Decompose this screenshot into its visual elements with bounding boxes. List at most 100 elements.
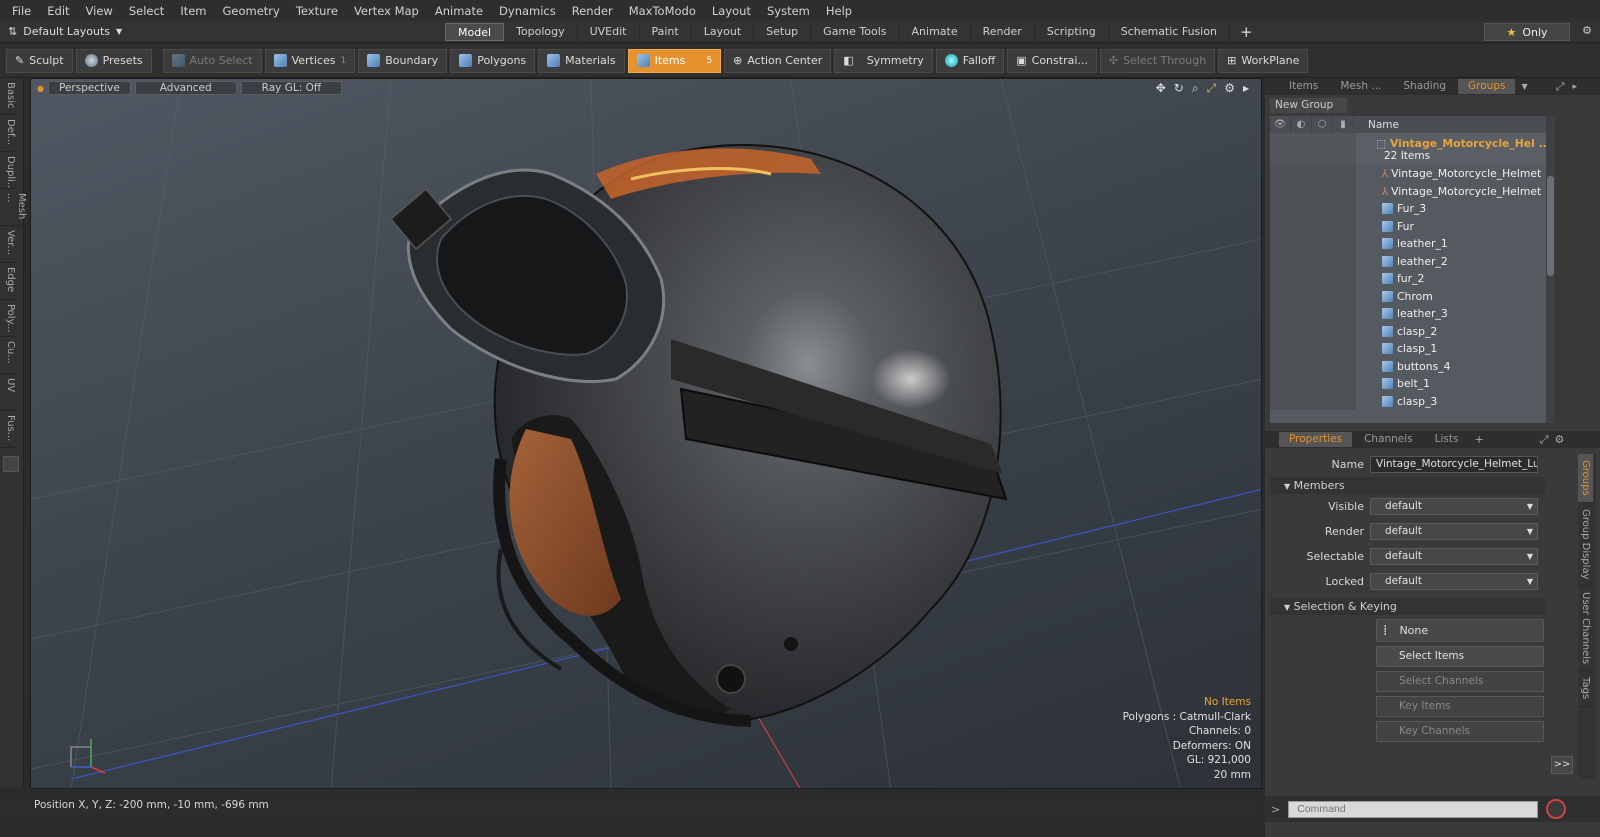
name-column-header[interactable]: Name bbox=[1356, 119, 1399, 131]
tab-channels[interactable]: Channels bbox=[1354, 432, 1423, 447]
add-tab-icon[interactable]: + bbox=[1474, 433, 1483, 446]
expand-icon[interactable]: ⤢ bbox=[1540, 433, 1549, 447]
tab-items[interactable]: Items bbox=[1279, 79, 1328, 94]
constrain-button[interactable]: ▣ Constrai... bbox=[1007, 48, 1097, 73]
lock-icon[interactable]: ▮ bbox=[1333, 116, 1354, 133]
tab-animate[interactable]: Animate bbox=[900, 22, 971, 41]
tab-edge[interactable]: Edge bbox=[0, 263, 16, 300]
tab-deform[interactable]: Def... bbox=[0, 115, 16, 152]
materials-button[interactable]: Materials bbox=[538, 48, 625, 73]
props-gear-icon[interactable]: ⚙ bbox=[1555, 433, 1565, 446]
boundary-button[interactable]: Boundary bbox=[358, 48, 448, 73]
tree-scrollbar[interactable] bbox=[1546, 116, 1555, 423]
menu-system[interactable]: System bbox=[759, 4, 818, 18]
menu-geometry[interactable]: Geometry bbox=[215, 4, 288, 18]
menu-render[interactable]: Render bbox=[564, 4, 621, 18]
tab-curve[interactable]: Cu... bbox=[0, 337, 16, 374]
key-items-button[interactable]: Key Items bbox=[1376, 696, 1544, 717]
render-icon[interactable]: ◐ bbox=[1291, 116, 1312, 133]
select-channels-button[interactable]: Select Channels bbox=[1376, 671, 1544, 692]
name-field[interactable]: Vintage_Motorcycle_Helmet_Luck bbox=[1370, 456, 1538, 473]
selectable-icon[interactable]: ⬡ bbox=[1312, 116, 1333, 133]
perspective-button[interactable]: Perspective bbox=[47, 81, 131, 95]
menu-vertex-map[interactable]: Vertex Map bbox=[346, 4, 427, 18]
command-input[interactable] bbox=[1288, 800, 1539, 818]
tab-shading[interactable]: Shading bbox=[1393, 79, 1456, 94]
menu-dynamics[interactable]: Dynamics bbox=[491, 4, 564, 18]
tab-schematic-fusion[interactable]: Schematic Fusion bbox=[1109, 22, 1231, 41]
visible-select[interactable]: default bbox=[1370, 498, 1538, 515]
menu-view[interactable]: View bbox=[78, 4, 121, 18]
tab-mesh-edit[interactable]: Mesh ... bbox=[0, 189, 27, 226]
only-toggle[interactable]: ★ Only bbox=[1484, 23, 1570, 41]
none-button[interactable]: ⁞ None bbox=[1376, 619, 1544, 642]
tab-render[interactable]: Render bbox=[971, 22, 1035, 41]
viewport-menu-icon[interactable]: ● bbox=[37, 84, 44, 93]
list-item[interactable]: leather_2 bbox=[1270, 252, 1555, 270]
chevron-down-icon[interactable]: ▼ bbox=[1521, 82, 1527, 91]
tab-groups[interactable]: Groups bbox=[1458, 79, 1516, 94]
fit-icon[interactable]: ⤢ bbox=[1207, 81, 1217, 96]
tab-lists[interactable]: Lists bbox=[1425, 432, 1469, 447]
sidetab-groups[interactable]: Groups bbox=[1578, 454, 1593, 503]
gear-icon[interactable]: ⚙ bbox=[1582, 24, 1592, 37]
workplane-button[interactable]: ⊞ WorkPlane bbox=[1218, 48, 1309, 73]
list-item[interactable]: belt_1 bbox=[1270, 375, 1555, 393]
tab-basic[interactable]: Basic bbox=[0, 78, 16, 115]
vertices-button[interactable]: Vertices 1 bbox=[264, 48, 356, 73]
locked-select[interactable]: default bbox=[1370, 573, 1538, 590]
tab-paint[interactable]: Paint bbox=[640, 22, 692, 41]
menu-file[interactable]: File bbox=[4, 4, 39, 18]
expand-chevron-button[interactable]: >> bbox=[1551, 756, 1573, 774]
menu-edit[interactable]: Edit bbox=[39, 4, 77, 18]
tab-model[interactable]: Model bbox=[445, 22, 505, 41]
polygons-button[interactable]: Polygons bbox=[450, 48, 536, 73]
menu-help[interactable]: Help bbox=[818, 4, 860, 18]
list-item[interactable]: clasp_1 bbox=[1270, 340, 1555, 358]
sidetab-group-display[interactable]: Group Display bbox=[1578, 503, 1593, 587]
tab-scripting[interactable]: Scripting bbox=[1035, 22, 1109, 41]
zoom-icon[interactable]: ⌕ bbox=[1192, 81, 1199, 96]
tab-properties[interactable]: Properties bbox=[1279, 432, 1353, 447]
layout-selector[interactable]: ⇅ Default Layouts ▼ bbox=[0, 25, 445, 38]
items-button[interactable]: Items 5 bbox=[627, 48, 722, 73]
tab-duplicate[interactable]: Dupli... bbox=[0, 152, 16, 189]
auto-select-button[interactable]: Auto Select bbox=[162, 48, 262, 73]
advanced-button[interactable]: Advanced bbox=[134, 81, 237, 95]
tab-uv[interactable]: UV bbox=[0, 374, 16, 411]
eye-icon[interactable]: 👁 bbox=[1270, 116, 1291, 133]
menu-layout[interactable]: Layout bbox=[704, 4, 759, 18]
tab-polygon[interactable]: Poly... bbox=[0, 300, 16, 337]
list-item[interactable]: buttons_4 bbox=[1270, 357, 1555, 375]
chevron-right-icon[interactable]: ▸ bbox=[1243, 81, 1249, 96]
list-item[interactable]: leather_1 bbox=[1270, 235, 1555, 253]
tab-fusion[interactable]: Fus... bbox=[0, 411, 16, 448]
tab-topology[interactable]: Topology bbox=[504, 22, 578, 41]
list-item[interactable]: Chrom bbox=[1270, 287, 1555, 305]
tab-game-tools[interactable]: Game Tools bbox=[811, 22, 900, 41]
menu-select[interactable]: Select bbox=[121, 4, 172, 18]
render-select[interactable]: default bbox=[1370, 523, 1538, 540]
selectable-select[interactable]: default bbox=[1370, 548, 1538, 565]
list-item[interactable]: ⅄ Vintage_Motorcycle_Helmet ... bbox=[1270, 165, 1555, 183]
list-item[interactable]: fur_2 bbox=[1270, 270, 1555, 288]
expand-icon[interactable]: ⤢ bbox=[1556, 80, 1565, 94]
falloff-button[interactable]: Falloff bbox=[935, 48, 1005, 73]
3d-viewport[interactable]: ● Perspective Advanced Ray GL: Off ✥ ↻ ⌕… bbox=[30, 78, 1262, 789]
viewport-gear-icon[interactable]: ⚙ bbox=[1224, 81, 1235, 96]
selection-keying-section[interactable]: ▼ Selection & Keying bbox=[1270, 598, 1545, 615]
list-item[interactable]: Fur bbox=[1270, 217, 1555, 235]
select-items-button[interactable]: Select Items bbox=[1376, 646, 1544, 667]
select-through-button[interactable]: ✣ Select Through bbox=[1099, 48, 1216, 73]
tab-setup[interactable]: Setup bbox=[754, 22, 812, 41]
tab-layout[interactable]: Layout bbox=[692, 22, 755, 41]
menu-texture[interactable]: Texture bbox=[288, 4, 346, 18]
presets-button[interactable]: Presets bbox=[75, 48, 152, 73]
list-item[interactable]: ⅄ Vintage_Motorcycle_Helmet ... bbox=[1270, 182, 1555, 200]
list-item[interactable]: clasp_2 bbox=[1270, 322, 1555, 340]
sidetab-tags[interactable]: Tags bbox=[1578, 671, 1593, 707]
menu-maxtomodo[interactable]: MaxToModo bbox=[621, 4, 704, 18]
pan-icon[interactable]: ✥ bbox=[1156, 81, 1166, 96]
group-row[interactable]: ⬚ Vintage_Motorcycle_Hel ... 22 Items bbox=[1270, 133, 1555, 165]
panel-chevron-right-icon[interactable]: ▸ bbox=[1572, 82, 1577, 92]
